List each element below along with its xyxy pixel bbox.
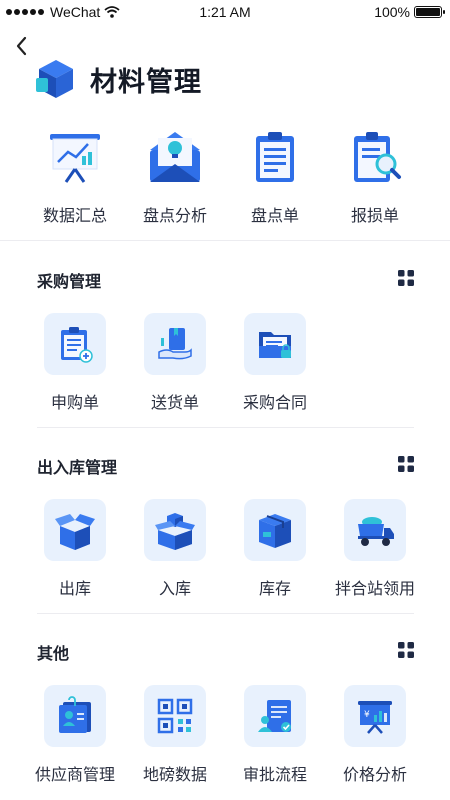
section-title: 采购管理 [37, 274, 102, 291]
item-supplier-management[interactable]: 供应商管理 [25, 685, 125, 785]
tool-data-summary[interactable]: 数据汇总 [25, 126, 125, 226]
item-tile [144, 685, 206, 747]
truck-icon [358, 517, 394, 546]
item-weighbridge-data[interactable]: 地磅数据 [125, 685, 225, 785]
item-delivery-note[interactable]: 送货单 [125, 313, 225, 413]
item-label: 供应商管理 [34, 767, 115, 784]
item-label: 申购单 [50, 395, 99, 412]
divider [37, 613, 414, 614]
delivery-hand-icon [158, 328, 192, 360]
item-label: 拌合站领用 [334, 581, 415, 598]
item-tile [344, 499, 406, 561]
section-title: 出入库管理 [37, 460, 118, 477]
contract-folder-icon [259, 332, 291, 358]
tool-label: 报损单 [350, 208, 399, 225]
section-items: 申购单 送货单 采购合同 [25, 313, 425, 413]
cube-logo-icon [36, 60, 73, 98]
envelope-lightbulb-icon [150, 132, 200, 182]
item-label: 入库 [158, 581, 191, 598]
inventory-box-icon [259, 514, 291, 548]
item-tile [244, 313, 306, 375]
item-approval-flow[interactable]: 审批流程 [225, 685, 325, 785]
item-stock[interactable]: 库存 [225, 499, 325, 599]
item-request-form[interactable]: 申购单 [25, 313, 125, 413]
item-inbound[interactable]: 入库 [125, 499, 225, 599]
item-mixing-station[interactable]: 拌合站领用 [325, 499, 425, 599]
item-tile [244, 499, 306, 561]
item-tile [44, 685, 106, 747]
section-title: 其他 [37, 646, 70, 663]
back-button[interactable] [12, 34, 32, 58]
item-price-analysis[interactable]: ¥ 价格分析 [325, 685, 425, 785]
item-tile [44, 313, 106, 375]
grid-menu-icon[interactable] [398, 642, 414, 658]
tool-label: 盘点单 [250, 208, 299, 225]
section-items: 出库 入库 库存 拌合站领用 [25, 499, 425, 599]
tool-label: 盘点分析 [142, 208, 207, 225]
tool-inventory-analysis[interactable]: 盘点分析 [125, 126, 225, 226]
item-label: 送货单 [150, 395, 199, 412]
stack-boxes-icon [155, 513, 195, 550]
tool-loss-report[interactable]: 报损单 [325, 126, 425, 226]
divider [0, 240, 450, 241]
item-outbound[interactable]: 出库 [25, 499, 125, 599]
item-label: 地磅数据 [142, 767, 207, 784]
item-label: 审批流程 [242, 767, 307, 784]
item-tile [144, 313, 206, 375]
svg-text:¥: ¥ [364, 710, 370, 720]
grid-menu-icon[interactable] [398, 270, 414, 286]
qr-scale-icon [157, 698, 193, 734]
tool-inventory-sheet[interactable]: 盘点单 [225, 126, 325, 226]
item-purchase-contract[interactable]: 采购合同 [225, 313, 325, 413]
divider [37, 427, 414, 428]
battery-label: 100% [374, 4, 410, 20]
price-chart-icon: ¥ [358, 701, 392, 734]
open-box-icon [55, 514, 95, 550]
tool-label: 数据汇总 [42, 208, 107, 225]
item-label: 库存 [258, 581, 291, 598]
item-tile: ¥ [344, 685, 406, 747]
item-tile [144, 499, 206, 561]
presentation-chart-icon [50, 134, 100, 183]
item-tile [44, 499, 106, 561]
item-tile [244, 685, 306, 747]
top-tools: 数据汇总 盘点分析 盘点单 报损单 [0, 126, 450, 226]
page-header: 材料管理 [36, 58, 202, 100]
page-title: 材料管理 [90, 66, 202, 97]
item-label: 出库 [58, 581, 91, 598]
approval-doc-icon [258, 700, 291, 732]
status-bar: WeChat 1:21 AM 100% [0, 0, 450, 24]
status-right: 100% [374, 4, 445, 20]
item-label: 采购合同 [242, 395, 307, 412]
supplier-card-icon [59, 696, 91, 733]
section-items: 供应商管理 地磅数据 审批流程 ¥ 价格分析 [25, 685, 425, 785]
chevron-left-icon [16, 36, 27, 56]
grid-menu-icon[interactable] [398, 456, 414, 472]
item-label: 价格分析 [342, 767, 407, 784]
battery-icon [414, 6, 445, 18]
clipboard-icon [256, 132, 294, 182]
report-search-icon [354, 132, 401, 182]
request-form-icon [61, 327, 93, 363]
